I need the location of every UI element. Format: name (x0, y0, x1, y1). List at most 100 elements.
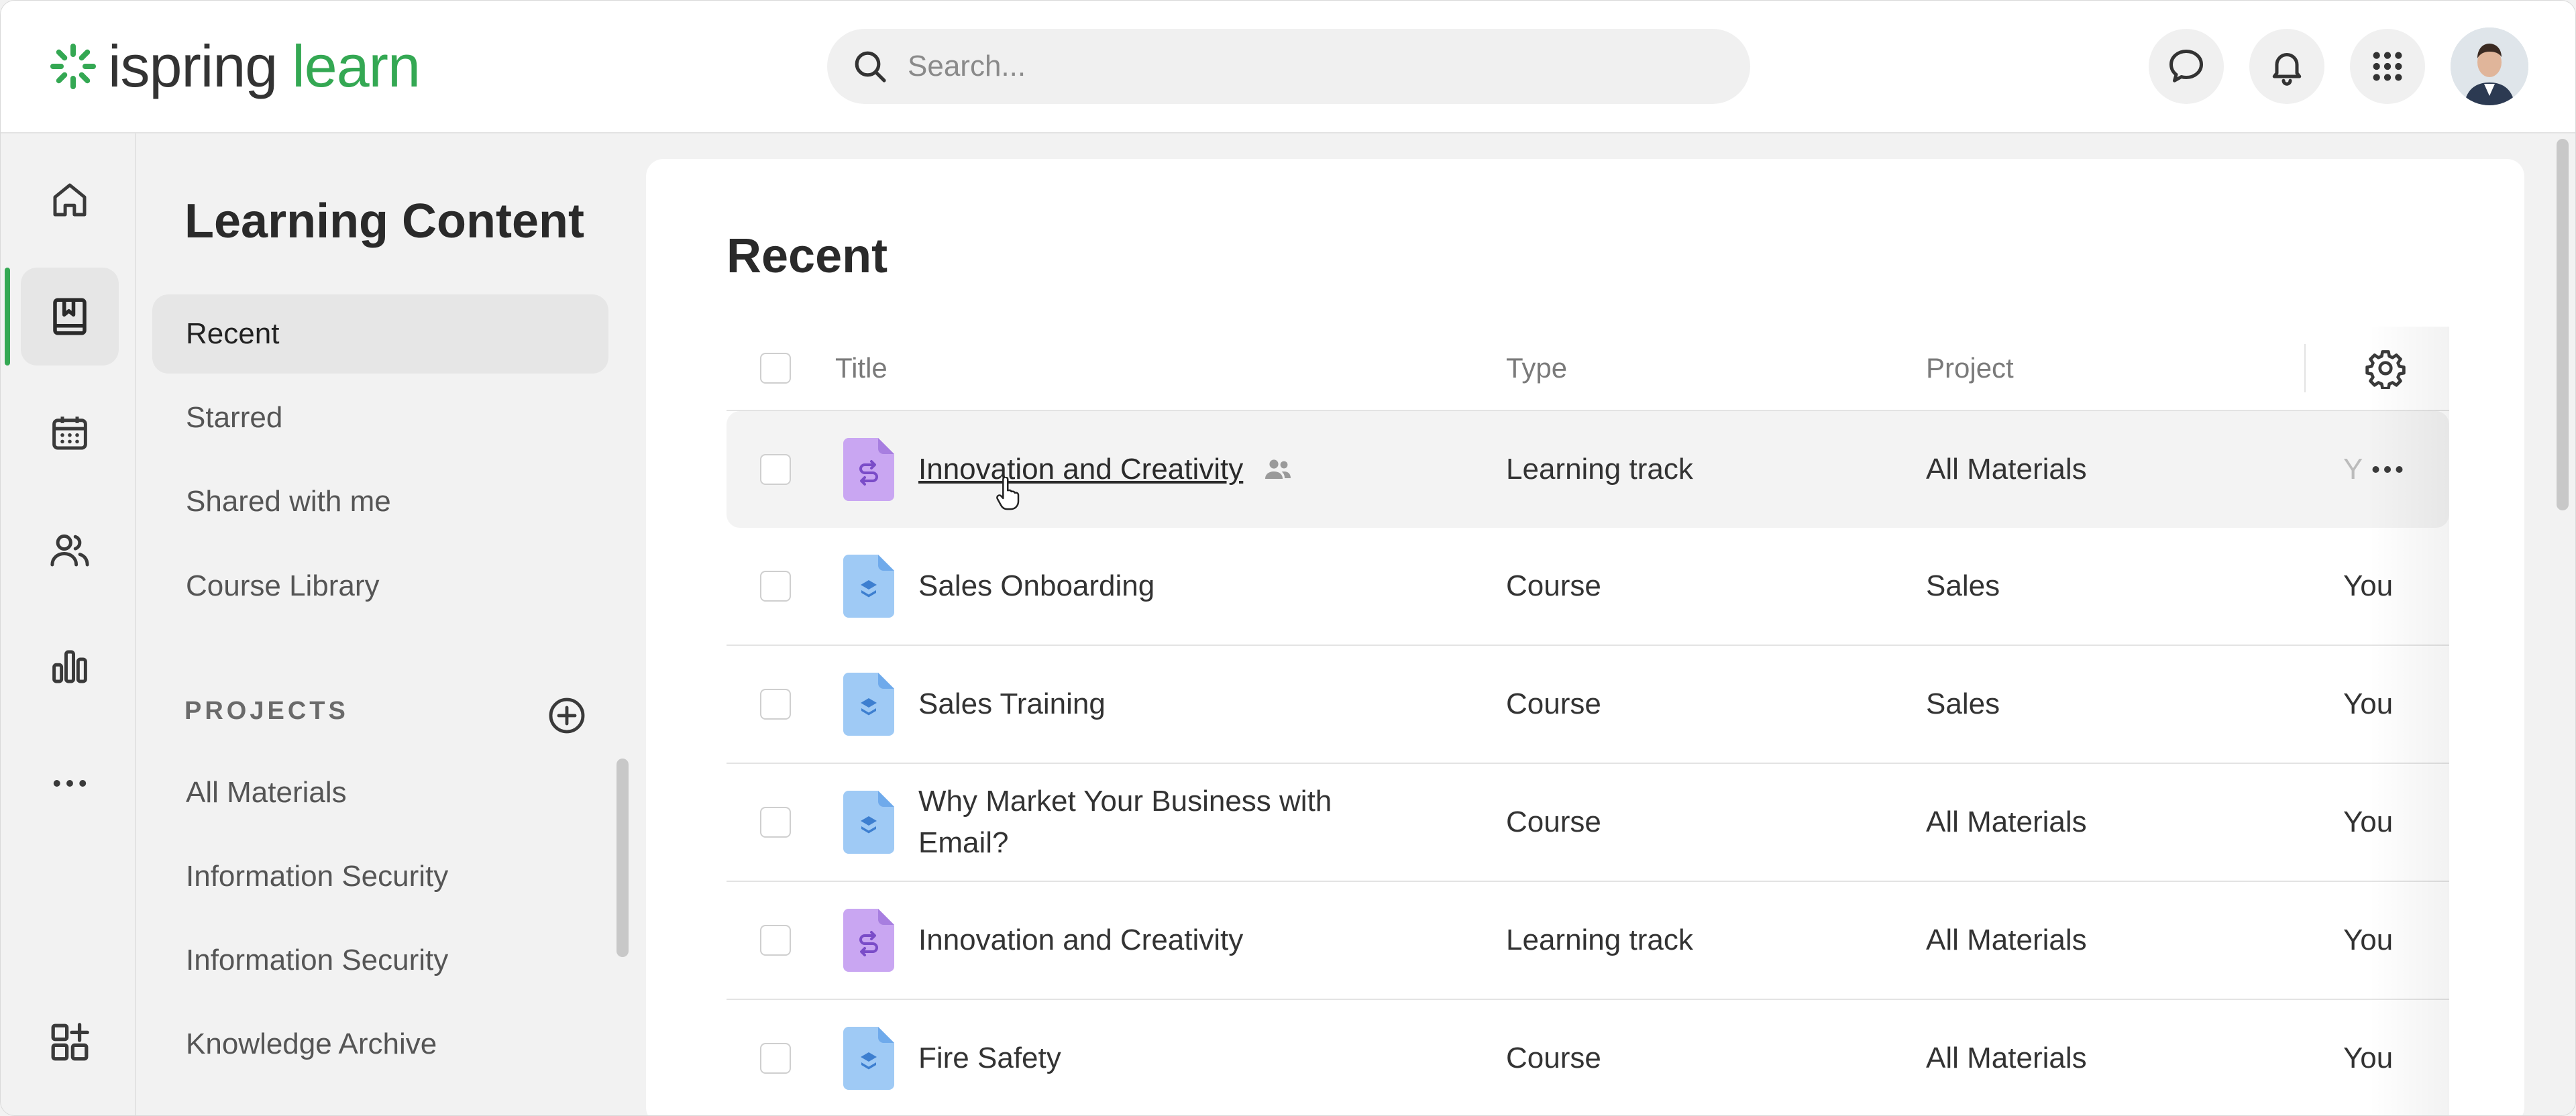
sidebar-item-label: Recent (186, 317, 280, 350)
sidebar-item-label: Starred (186, 401, 283, 434)
logo-text-learn: learn (292, 33, 421, 99)
row-checkbox[interactable] (760, 1043, 791, 1074)
row-title[interactable]: Fire Safety (918, 1000, 1061, 1115)
row-title[interactable]: Innovation and Creativity (918, 882, 1243, 999)
row-project: All Materials (1926, 1042, 2087, 1074)
project-item-all-materials[interactable]: All Materials (152, 753, 608, 832)
users-icon (50, 534, 89, 567)
row-type: Course (1506, 569, 1601, 602)
learning-track-file-icon (843, 909, 894, 972)
logo-text-ispring: ispring (108, 33, 278, 99)
more-icon (53, 780, 87, 787)
row-project: Sales (1926, 569, 2000, 602)
sidebar-item-label: Course Library (186, 569, 380, 602)
apps-grid-icon (2373, 52, 2402, 81)
row-title-link[interactable]: Innovation and Creativity (918, 411, 1294, 528)
content-sidebar: Learning Content Recent Starred Shared w… (136, 133, 633, 1115)
course-file-icon (843, 673, 894, 736)
project-item-information-security-2[interactable]: Information Security (152, 921, 608, 1000)
row-checkbox[interactable] (760, 925, 791, 956)
row-title[interactable]: Why Market Your Business with Email? (918, 764, 1388, 881)
row-type: Learning track (1506, 453, 1693, 486)
learning-track-file-icon (843, 438, 894, 501)
shared-users-icon (1265, 459, 1291, 479)
course-file-icon (843, 555, 894, 618)
projects-header: PROJECTS (184, 697, 349, 725)
column-header-title[interactable]: Title (835, 327, 888, 410)
page-scrollbar[interactable] (2557, 139, 2569, 510)
row-title[interactable]: Sales Training (918, 646, 1106, 763)
ispring-learn-logo[interactable]: ispring learn (49, 33, 421, 100)
row-project: Sales (1926, 687, 2000, 720)
project-item-label: All Materials (186, 776, 347, 809)
page-title: Recent (727, 229, 888, 283)
row-type: Learning track (1506, 924, 1693, 956)
table-row[interactable]: Innovation and Creativity Learning track… (727, 882, 2449, 1000)
sidebar-item-starred[interactable]: Starred (152, 378, 608, 457)
row-title[interactable]: Innovation and Creativity (918, 449, 1243, 490)
column-header-project[interactable]: Project (1926, 327, 2014, 410)
rail-reports-button[interactable] (21, 618, 119, 716)
table-row[interactable]: Sales Onboarding Course Sales You (727, 528, 2449, 646)
sidebar-item-shared-with-me[interactable]: Shared with me (152, 462, 608, 541)
project-item-label: Knowledge Archive (186, 1027, 437, 1060)
row-checkbox[interactable] (760, 807, 791, 838)
row-type: Course (1506, 687, 1601, 720)
table-row[interactable]: Innovation and Creativity Learning track… (727, 411, 2449, 528)
logo-burst-icon (50, 44, 96, 89)
row-checkbox[interactable] (760, 454, 791, 485)
column-header-type[interactable]: Type (1506, 327, 1567, 410)
course-file-icon (843, 791, 894, 854)
rail-users-button[interactable] (21, 501, 119, 599)
left-rail (1, 133, 136, 1115)
rail-more-button[interactable] (21, 734, 119, 832)
project-item-knowledge-archive[interactable]: Knowledge Archive (152, 1005, 608, 1084)
project-item-label: Information Security (186, 860, 449, 893)
avatar-person-icon (2451, 27, 2528, 105)
user-avatar[interactable] (2451, 27, 2528, 105)
chart-icon (52, 650, 87, 683)
table-scroll-shadow (2369, 327, 2449, 1115)
rail-calendar-button[interactable] (21, 384, 119, 482)
table-row[interactable]: Fire Safety Course All Materials You (727, 1000, 2449, 1115)
column-divider (2304, 344, 2306, 392)
top-header: ispring learn (1, 1, 2575, 133)
chat-button[interactable] (2149, 29, 2224, 104)
add-widget-icon (51, 1023, 89, 1061)
sidebar-scrollbar[interactable] (616, 759, 629, 957)
rail-add-widget-button[interactable] (21, 993, 119, 1091)
search-input[interactable] (906, 49, 1647, 84)
add-project-button[interactable] (545, 694, 588, 740)
table-header: Title Type Project (727, 327, 2449, 411)
row-project: All Materials (1926, 924, 2087, 956)
table-row[interactable]: Sales Training Course Sales You (727, 646, 2449, 764)
home-icon (53, 183, 87, 217)
search-icon (855, 51, 886, 82)
project-item-label: Information Security (186, 944, 449, 976)
sidebar-item-label: Shared with me (186, 485, 391, 518)
rail-home-button[interactable] (21, 151, 119, 249)
bell-icon (2272, 53, 2302, 86)
row-type: Course (1506, 805, 1601, 838)
rail-active-indicator (5, 268, 10, 366)
row-type: Course (1506, 1042, 1601, 1074)
rail-learning-content-button[interactable] (21, 268, 119, 366)
select-all-checkbox[interactable] (760, 353, 791, 384)
sidebar-item-course-library[interactable]: Course Library (152, 547, 608, 626)
main-content-card: Recent Title Type Project Innovation and… (646, 159, 2524, 1115)
row-project: All Materials (1926, 453, 2087, 486)
apps-button[interactable] (2350, 29, 2425, 104)
chat-icon (2169, 50, 2203, 82)
row-title[interactable]: Sales Onboarding (918, 528, 1155, 645)
row-checkbox[interactable] (760, 571, 791, 602)
row-author: Y (2343, 453, 2363, 486)
table-row[interactable]: Why Market Your Business with Email? Cou… (727, 764, 2449, 882)
project-item-information-security[interactable]: Information Security (152, 837, 608, 916)
notifications-button[interactable] (2249, 29, 2324, 104)
calendar-icon (52, 416, 87, 450)
row-checkbox[interactable] (760, 689, 791, 720)
search-bar[interactable] (827, 29, 1750, 104)
course-file-icon (843, 1027, 894, 1090)
sidebar-item-recent[interactable]: Recent (152, 294, 608, 374)
book-icon (53, 298, 87, 335)
